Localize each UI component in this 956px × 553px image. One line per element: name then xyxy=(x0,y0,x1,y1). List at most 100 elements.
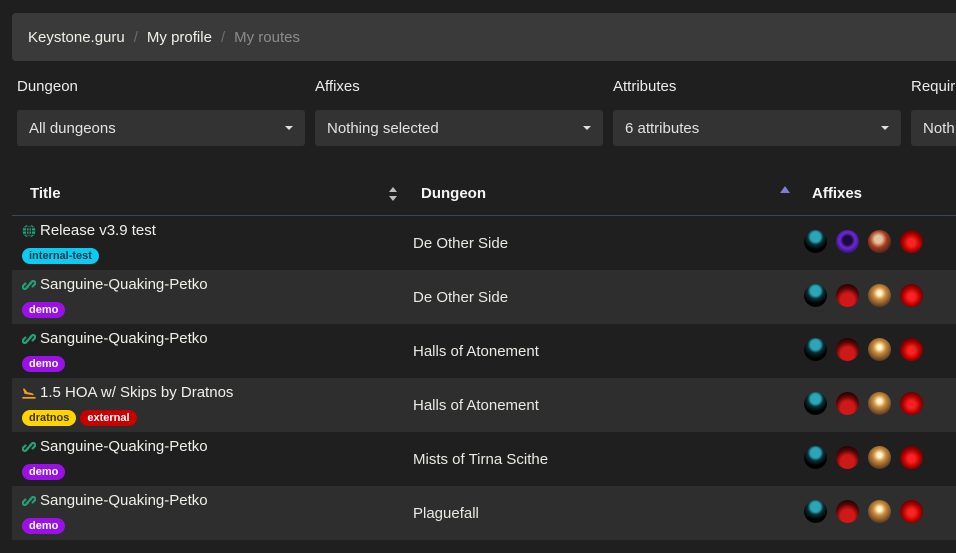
route-dungeon: De Other Side xyxy=(413,234,509,252)
breadcrumb: Keystone.guru / My profile / My routes xyxy=(12,13,956,61)
tag-badge: internal-test xyxy=(22,248,99,264)
affix-sanguine-icon xyxy=(836,284,859,307)
affix-prideful-icon xyxy=(900,446,923,469)
filter-dungeon: Dungeon All dungeons xyxy=(17,78,305,146)
filter-affixes: Affixes Nothing selected xyxy=(315,78,603,146)
breadcrumb-separator: / xyxy=(133,28,138,46)
affix-tyrannical-icon xyxy=(804,338,827,361)
route-affixes xyxy=(804,446,923,469)
tag-badge: demo xyxy=(22,302,66,318)
route-dungeon: Halls of Atonement xyxy=(413,342,539,360)
breadcrumb-profile-link[interactable]: My profile xyxy=(147,29,212,46)
requirements-select[interactable]: Noth xyxy=(911,110,956,146)
breadcrumb-current: My routes xyxy=(234,28,300,46)
breadcrumb-separator: / xyxy=(220,28,226,46)
route-tags: demo xyxy=(22,464,66,480)
filter-requirements: Requir Noth xyxy=(911,78,956,146)
affix-prideful-icon xyxy=(900,500,923,523)
link-icon xyxy=(22,278,36,292)
caret-down-icon xyxy=(285,126,293,130)
sort-both-icon[interactable] xyxy=(389,187,397,201)
route-title-text[interactable]: Sanguine-Quaking-Petko xyxy=(40,438,208,455)
affix-sanguine-icon xyxy=(836,392,859,415)
affix-prideful-icon xyxy=(900,338,923,361)
route-title-text[interactable]: Sanguine-Quaking-Petko xyxy=(40,492,208,509)
requirements-select-value: Noth xyxy=(923,119,955,137)
filter-attributes: Attributes 6 attributes xyxy=(613,78,901,146)
route-dungeon: Halls of Atonement xyxy=(413,396,539,414)
affix-prideful-icon xyxy=(900,230,923,253)
route-dungeon: Mists of Tirna Scithe xyxy=(413,450,549,468)
tag-badge: demo xyxy=(22,464,66,480)
route-tags: demo xyxy=(22,518,66,534)
route-affixes xyxy=(804,338,923,361)
affix-bolstering-icon xyxy=(868,392,891,415)
route-title[interactable]: Sanguine-Quaking-Petko xyxy=(22,330,208,347)
route-tags: demo xyxy=(22,302,66,318)
attributes-select-value: 6 attributes xyxy=(625,119,700,137)
column-dungeon[interactable]: Dungeon xyxy=(421,172,486,215)
link-icon xyxy=(22,494,36,508)
filter-attributes-label: Attributes xyxy=(613,78,677,95)
caret-down-icon xyxy=(881,126,889,130)
route-tags: internal-test xyxy=(22,248,99,264)
caret-down-icon xyxy=(583,126,591,130)
column-affixes: Affixes xyxy=(812,185,863,202)
affix-bolstering-icon xyxy=(868,284,891,307)
table-row[interactable]: Sanguine-Quaking-Petko demo Mists of Tir… xyxy=(12,432,956,486)
affix-sanguine-icon xyxy=(836,446,859,469)
filter-affixes-label: Affixes xyxy=(315,78,360,95)
affix-bolstering-icon xyxy=(868,446,891,469)
route-affixes xyxy=(804,284,923,307)
tag-badge: demo xyxy=(22,356,66,372)
route-title[interactable]: Release v3.9 test xyxy=(22,222,156,239)
affix-tyrannical-icon xyxy=(804,230,827,253)
tag-badge: dratnos xyxy=(22,410,77,426)
affix-tyrannical-icon xyxy=(804,446,827,469)
tag-badge: demo xyxy=(22,518,66,534)
table-row[interactable]: Sanguine-Quaking-Petko demo De Other Sid… xyxy=(12,270,956,324)
route-title-text[interactable]: 1.5 HOA w/ Skips by Dratnos xyxy=(40,384,233,401)
column-title[interactable]: Title xyxy=(30,172,61,215)
affix-tyrannical-icon xyxy=(804,284,827,307)
table-row[interactable]: 1.5 HOA w/ Skips by Dratnos dratnos exter… xyxy=(12,378,956,432)
sort-ascending-icon[interactable] xyxy=(780,186,790,193)
attributes-select[interactable]: 6 attributes xyxy=(613,110,901,146)
route-tags: dratnos external xyxy=(22,410,137,426)
route-title-text[interactable]: Release v3.9 test xyxy=(40,222,156,239)
route-title[interactable]: Sanguine-Quaking-Petko xyxy=(22,438,208,455)
link-icon xyxy=(22,332,36,346)
route-affixes xyxy=(804,500,923,523)
affix-tyrannical-icon xyxy=(804,500,827,523)
affix-sanguine-icon xyxy=(836,338,859,361)
affix-inspiring-icon xyxy=(868,230,891,253)
breadcrumb-home-link[interactable]: Keystone.guru xyxy=(28,29,125,46)
affixes-select-value: Nothing selected xyxy=(327,119,439,137)
affix-prideful-icon xyxy=(900,284,923,307)
link-icon xyxy=(22,440,36,454)
affix-bolstering-icon xyxy=(868,500,891,523)
route-title[interactable]: 1.5 HOA w/ Skips by Dratnos xyxy=(22,384,233,401)
route-title-text[interactable]: Sanguine-Quaking-Petko xyxy=(40,330,208,347)
table-row[interactable]: Sanguine-Quaking-Petko demo Plaguefall xyxy=(12,486,956,540)
table-row[interactable]: Release v3.9 test internal-test De Other… xyxy=(12,216,956,270)
route-affixes xyxy=(804,392,923,415)
table-body: Release v3.9 test internal-test De Other… xyxy=(12,216,956,540)
globe-icon xyxy=(22,223,36,238)
route-dungeon: Plaguefall xyxy=(413,504,479,522)
route-title-text[interactable]: Sanguine-Quaking-Petko xyxy=(40,276,208,293)
route-affixes xyxy=(804,230,923,253)
affix-bolstering-icon xyxy=(868,338,891,361)
affixes-select[interactable]: Nothing selected xyxy=(315,110,603,146)
table-row[interactable]: Sanguine-Quaking-Petko demo Halls of Ato… xyxy=(12,324,956,378)
dungeon-select[interactable]: All dungeons xyxy=(17,110,305,146)
route-title[interactable]: Sanguine-Quaking-Petko xyxy=(22,492,208,509)
route-title[interactable]: Sanguine-Quaking-Petko xyxy=(22,276,208,293)
plane-landing-icon xyxy=(22,386,36,400)
route-dungeon: De Other Side xyxy=(413,288,509,306)
filter-dungeon-label: Dungeon xyxy=(17,78,78,95)
filter-requirements-label: Requir xyxy=(911,78,956,95)
affix-prideful-icon xyxy=(900,392,923,415)
affix-sanguine-icon xyxy=(836,500,859,523)
affix-tyrannical-icon xyxy=(804,392,827,415)
